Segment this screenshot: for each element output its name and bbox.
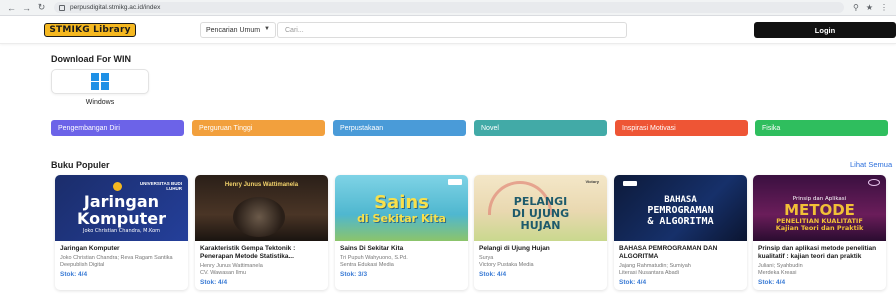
book-title[interactable]: Pelangi di Ujung Hujan [479,245,603,253]
cover-title-line4: Kajian Teori dan Praktik [775,223,864,232]
reload-icon[interactable]: ↻ [35,1,48,14]
windows-label: Windows [85,99,115,106]
book-title[interactable]: Jaringan Komputer [60,245,184,253]
popular-section-title: Buku Populer [51,160,110,170]
book-cover-image: Henry Junus Wattimanela [195,175,328,241]
publisher-logo [623,181,637,186]
cover-title-line2: di Sekitar Kita [357,212,446,225]
site-logo[interactable]: STMIKG Library [44,23,136,37]
book-publisher: Sentra Edukasi Media [340,262,394,268]
book-card[interactable]: BAHASA PEMROGRAMAN & ALGORITMA BAHASA PE… [614,175,747,290]
cover-title-line1: PELANGI [513,194,568,208]
book-stock: Stok: 3/3 [340,271,368,278]
cover-title-line1: BAHASA [664,194,697,205]
book-card[interactable]: UNIVERSITAS BUDI LUHUR Jaringan Komputer… [55,175,188,290]
publisher-logo [868,179,880,186]
book-cover-image: Sains di Sekitar Kita [335,175,468,241]
search-placeholder: Cari... [285,26,304,34]
browser-toolbar: ← → ↻ perpusdigital.stmikg.ac.id/index ⚲… [0,0,896,16]
category-chip[interactable]: Perpustakaan [333,120,466,136]
book-author: Juliani; Syahbudin [758,263,803,269]
category-chip[interactable]: Novel [474,120,607,136]
see-all-link[interactable]: Lihat Semua [850,160,892,169]
chevron-down-icon: ▼ [264,26,270,32]
book-publisher: Literasi Nusantara Abadi [619,270,679,276]
book-stock: Stok: 4/4 [619,279,647,286]
book-title[interactable]: Prinsip dan aplikasi metode penelitian k… [758,245,882,261]
category-chip[interactable]: Perguruan Tinggi [192,120,325,136]
university-seal-icon [113,182,122,191]
cover-title-line1: Jaringan [83,192,160,211]
logo-text: STMIKG Library [49,25,131,35]
book-card[interactable]: Victory PELANGI DI UJUNG HUJAN Pelangi d… [474,175,607,290]
book-publisher: Merdeka Kreasi [758,270,797,276]
category-chip[interactable]: Pengembangan Diri [51,120,184,136]
cover-title-line2: METODE [784,201,855,220]
windows-download-card[interactable] [51,69,149,94]
book-card[interactable]: Sains di Sekitar Kita Sains Di Sekitar K… [335,175,468,290]
download-section-title: Download For WIN [51,54,131,64]
address-bar[interactable]: perpusdigital.stmikg.ac.id/index [54,2,844,13]
search-mode-value: Pencarian Umum [206,26,261,34]
cover-brand: UNIVERSITAS BUDI LUHUR [139,181,182,191]
book-cover-image: Victory PELANGI DI UJUNG HUJAN [474,175,607,241]
windows-logo-icon [91,72,109,91]
extensions-icon[interactable]: ⋮ [880,3,888,12]
book-stock: Stok: 4/4 [60,271,88,278]
back-icon[interactable]: ← [5,1,18,14]
cover-title-line2: Komputer [76,209,166,228]
search-mode-select[interactable]: Pencarian Umum ▼ [200,22,276,38]
search-input[interactable]: Cari... [277,22,627,38]
book-author: Joko Christian Chandra; Reva Ragam Santi… [60,255,173,261]
book-title[interactable]: Sains Di Sekitar Kita [340,245,464,253]
cover-author: Joko Christian Chandra, M.Kom [82,228,160,234]
cover-illustration [233,197,285,237]
book-title[interactable]: BAHASA PEMROGRAMAN DAN ALGORITMA [619,245,743,261]
cover-author: Henry Junus Wattimanela [224,182,299,188]
cover-title-line2: DI UJUNG [511,206,570,220]
book-publisher: Victory Pustaka Media [479,262,534,268]
forward-icon[interactable]: → [20,1,33,14]
site-header: STMIKG Library Pencarian Umum ▼ Cari... … [0,16,896,44]
book-title[interactable]: Karakteristik Gempa Tektonik : Penerapan… [200,245,324,261]
bookmark-star-icon[interactable]: ★ [866,3,873,12]
book-cover-image: UNIVERSITAS BUDI LUHUR Jaringan Komputer… [55,175,188,241]
login-button[interactable]: Login [754,22,896,38]
book-cover-image: Prinsip dan Aplikasi METODE PENELITIAN K… [753,175,886,241]
book-cover-image: BAHASA PEMROGRAMAN & ALGORITMA [614,175,747,241]
book-card[interactable]: Henry Junus Wattimanela Karakteristik Ge… [195,175,328,290]
category-chip[interactable]: Inspirasi Motivasi [615,120,748,136]
book-stock: Stok: 4/4 [758,279,786,286]
book-author: Jajang Rahmatudin; Sumiyah [619,263,691,269]
url-text: perpusdigital.stmikg.ac.id/index [70,4,161,11]
cover-title-line2: PEMROGRAMAN [647,204,714,216]
book-stock: Stok: 4/4 [479,271,507,278]
book-publisher: Deepublish Digital [60,262,105,268]
category-chip[interactable]: Fisika [755,120,888,136]
book-card[interactable]: Prinsip dan Aplikasi METODE PENELITIAN K… [753,175,886,290]
book-author: Surya [479,255,494,261]
publisher-badge [448,179,462,185]
book-publisher: CV. Wawasan Ilmu [200,270,247,276]
cover-title-line1: Sains [374,192,429,213]
zoom-icon[interactable]: ⚲ [853,3,859,12]
cover-title-line3: & ALGORITMA [647,215,714,227]
cover-title-line3: HUJAN [520,218,561,232]
cover-brand: Victory [585,179,600,184]
site-settings-icon[interactable] [59,4,65,11]
book-stock: Stok: 4/4 [200,279,228,286]
book-author: Tri Pupuh Wahyuono, S.Pd. [340,255,408,261]
book-author: Henry Junus Wattimanela [200,263,263,269]
